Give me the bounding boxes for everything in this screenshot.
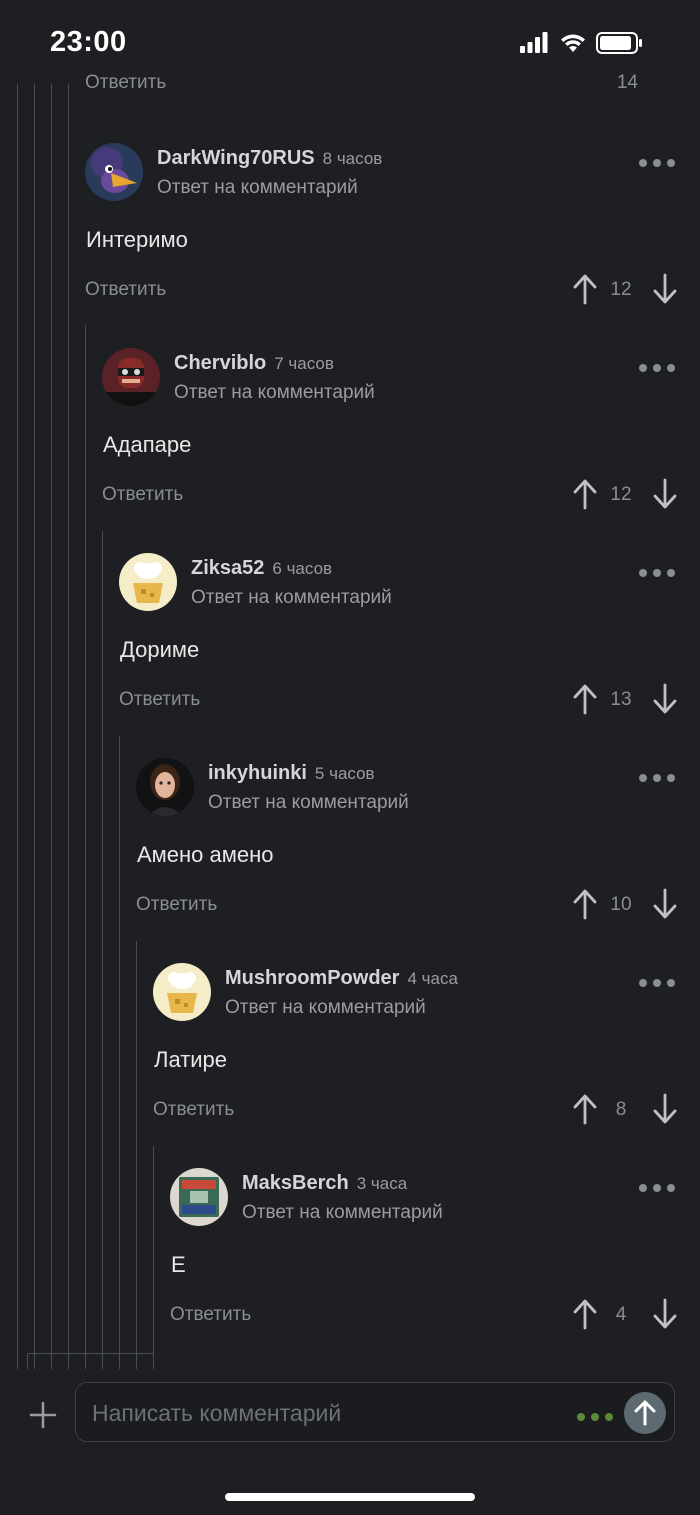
comment: Ziksa52 6 часов Ответ на комментарий Дори… xyxy=(119,553,700,758)
reply-to-link[interactable]: Ответ на комментарий xyxy=(174,382,375,404)
arrow-down-icon[interactable] xyxy=(652,478,678,510)
reply-button[interactable]: Ответить xyxy=(85,279,166,301)
arrow-down-icon[interactable] xyxy=(652,1298,678,1330)
typing-dots-icon xyxy=(576,1409,616,1421)
status-icons xyxy=(520,30,670,56)
arrow-down-icon[interactable] xyxy=(652,1093,678,1125)
comment-text: Латире xyxy=(154,1047,228,1072)
vote-score: 12 xyxy=(610,484,632,505)
reply-button[interactable]: Ответить xyxy=(153,1099,234,1121)
reply-to-link[interactable]: Ответ на комментарий xyxy=(191,587,392,609)
more-dots-icon[interactable] xyxy=(638,565,676,577)
arrow-down-icon[interactable] xyxy=(652,888,678,920)
comment-author[interactable]: Cherviblo 7 часов xyxy=(174,352,334,375)
previous-comment-footer: Ответить 14 xyxy=(85,72,700,98)
avatar[interactable] xyxy=(170,1168,228,1226)
comment-time: 5 часов xyxy=(314,764,375,783)
vote-score: 12 xyxy=(610,279,632,300)
avatar[interactable] xyxy=(136,758,194,816)
comment-time: 6 часов xyxy=(272,559,333,578)
reply-to-link[interactable]: Ответ на комментарий xyxy=(225,997,426,1019)
vote-score: 8 xyxy=(615,1099,627,1120)
reply-button[interactable]: Ответить xyxy=(119,689,200,711)
reply-to-link[interactable]: Ответ на комментарий xyxy=(208,792,409,814)
comment-author[interactable]: inkyhuinki 5 часов xyxy=(208,762,375,785)
comment-time: 7 часов xyxy=(274,354,334,373)
send-arrow-icon xyxy=(634,1400,656,1426)
reply-button[interactable]: Ответить xyxy=(102,484,183,506)
arrow-down-icon[interactable] xyxy=(652,273,678,305)
more-dots-icon[interactable] xyxy=(638,770,676,782)
comment: MaksBerch 3 часа Ответ на комментарий Е О… xyxy=(170,1168,700,1373)
comment: inkyhuinki 5 часов Ответ на комментарий А… xyxy=(136,758,700,963)
comment-author[interactable]: Ziksa52 6 часов xyxy=(191,557,332,580)
more-dots-icon[interactable] xyxy=(638,975,676,987)
plus-icon[interactable] xyxy=(28,1400,58,1430)
comment: DarkWing70RUS 8 часов Ответ на комментари… xyxy=(85,143,700,348)
reply-to-link[interactable]: Ответ на комментарий xyxy=(242,1202,443,1224)
more-dots-icon[interactable] xyxy=(638,360,676,372)
comment-text: Е xyxy=(171,1252,186,1277)
comment-author[interactable]: MushroomPowder 4 часа xyxy=(225,967,458,990)
comment-text: Адапаре xyxy=(103,432,192,457)
comment-input[interactable]: Написать комментарий xyxy=(75,1382,675,1442)
wifi-icon xyxy=(561,34,585,52)
arrow-up-icon[interactable] xyxy=(572,1093,598,1125)
arrow-up-icon[interactable] xyxy=(572,888,598,920)
arrow-up-icon[interactable] xyxy=(572,478,598,510)
comment-author[interactable]: MaksBerch 3 часа xyxy=(242,1172,407,1195)
comment-input-placeholder: Написать комментарий xyxy=(92,1400,342,1426)
more-dots-icon[interactable] xyxy=(638,155,676,167)
avatar[interactable] xyxy=(102,348,160,406)
reply-to-link[interactable]: Ответ на комментарий xyxy=(157,177,358,199)
home-indicator[interactable] xyxy=(225,1493,475,1501)
reply-button[interactable]: Ответить xyxy=(136,894,217,916)
comment-time: 3 часа xyxy=(356,1174,408,1193)
vote-score: 13 xyxy=(610,689,632,710)
arrow-up-icon[interactable] xyxy=(572,1298,598,1330)
comment-text: Амено амено xyxy=(137,842,274,867)
arrow-up-icon[interactable] xyxy=(572,273,598,305)
reply-button[interactable]: Ответить xyxy=(170,1304,251,1326)
comment-text: Дориме xyxy=(120,637,200,662)
arrow-down-icon[interactable] xyxy=(652,683,678,715)
vote-score: 4 xyxy=(615,1304,627,1325)
reply-button[interactable]: Ответить xyxy=(85,72,166,94)
avatar[interactable] xyxy=(85,143,143,201)
avatar[interactable] xyxy=(119,553,177,611)
cellular-signal-icon xyxy=(520,32,548,53)
avatar[interactable] xyxy=(153,963,211,1021)
comment-text: Интеримо xyxy=(86,227,188,252)
comment-time: 8 часов xyxy=(322,149,383,168)
vote-score: 10 xyxy=(610,894,632,915)
comment-time: 4 часа xyxy=(407,969,458,988)
comment: Cherviblo 7 часов Ответ на комментарий Ад… xyxy=(102,348,700,553)
comment-author[interactable]: DarkWing70RUS 8 часов xyxy=(157,147,382,170)
more-dots-icon[interactable] xyxy=(638,1180,676,1192)
comment-composer: Написать комментарий xyxy=(0,1370,700,1460)
arrow-up-icon[interactable] xyxy=(572,683,598,715)
send-button[interactable] xyxy=(624,1392,666,1434)
status-time: 23:00 xyxy=(50,26,127,58)
comment: MushroomPowder 4 часа Ответ на комментари… xyxy=(153,963,700,1168)
vote-score: 14 xyxy=(616,72,638,93)
battery-icon xyxy=(596,32,642,54)
